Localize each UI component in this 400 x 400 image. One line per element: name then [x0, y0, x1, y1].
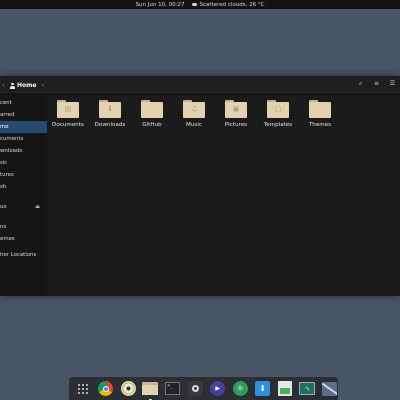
folder-label: Documents — [52, 122, 84, 128]
dock: >_ ▶ ⚛ ⬇ ∿ — [69, 377, 338, 400]
media-player-icon[interactable]: ▶ — [210, 380, 226, 397]
download-folder-icon: ⬇ — [99, 100, 121, 118]
folder-grid: ▤ Documents ⬇ Downloads GitHub ♫ Music ▣… — [47, 100, 341, 128]
folder-item[interactable]: GitHub — [131, 100, 173, 128]
sidebar-item-label: emes — [0, 236, 15, 242]
header-bar: ‹ Home › ⌕ ≡ ☰ — [0, 76, 400, 95]
sidebar-item-label: cent — [0, 100, 12, 106]
atom-icon[interactable]: ⚛ — [232, 380, 248, 397]
sidebar-item-label: arred — [0, 112, 15, 118]
sidebar-item-pictures[interactable]: tures — [0, 169, 47, 181]
sidebar-item-home[interactable]: me — [0, 121, 47, 133]
sidebar-item-label: tures — [0, 172, 14, 178]
folder-icon — [141, 100, 163, 118]
cloud-icon — [192, 3, 198, 6]
sidebar-item-label: me — [0, 124, 9, 130]
sidebar-item-label: her Locations — [0, 252, 37, 258]
top-bar: Sun Jun 10, 00:27 Scattered clouds, 26 °… — [0, 0, 400, 9]
folder-item[interactable]: Themes — [299, 100, 341, 128]
navigation: ‹ Home › — [0, 80, 46, 91]
sidebar-item-bookmark[interactable]: emes — [0, 233, 47, 245]
music-folder-icon: ♫ — [183, 100, 205, 118]
location-label: Home — [17, 82, 37, 89]
sidebar-item-music[interactable]: sic — [0, 157, 47, 169]
menu-icon[interactable]: ☰ — [389, 80, 396, 88]
folder-item[interactable]: ⬇ Downloads — [89, 100, 131, 128]
folder-label: GitHub — [142, 122, 162, 128]
header-actions: ⌕ ≡ ☰ — [357, 80, 396, 88]
folder-label: Themes — [308, 122, 332, 128]
folder-label: Templates — [263, 122, 293, 128]
folder-item[interactable]: ▣ Pictures — [215, 100, 257, 128]
sidebar: cent arred me cuments wnloads sic tures … — [0, 96, 47, 296]
file-manager-window: ‹ Home › ⌕ ≡ ☰ cent arred me cuments wnl… — [0, 76, 400, 296]
image-viewer-icon[interactable] — [277, 380, 293, 397]
view-options-icon[interactable]: ≡ — [373, 80, 380, 88]
clock[interactable]: Sun Jun 10, 00:27 — [136, 2, 185, 8]
sidebar-item-downloads[interactable]: wnloads — [0, 145, 47, 157]
folder-label: Music — [186, 122, 202, 128]
sidebar-item-starred[interactable]: arred — [0, 109, 47, 121]
eject-icon[interactable]: ⏏ — [35, 201, 40, 213]
folder-icon — [309, 100, 331, 118]
forward-arrow-icon[interactable]: › — [39, 82, 46, 89]
search-icon[interactable]: ⌕ — [357, 80, 364, 88]
sidebar-item-label: wnloads — [0, 148, 23, 154]
sidebar-item-device[interactable]: ux ⏏ — [0, 201, 47, 213]
disk-icon[interactable] — [120, 380, 136, 397]
sidebar-separator — [0, 213, 47, 221]
sidebar-item-other-locations[interactable]: her Locations — [0, 249, 47, 261]
screenshot-icon[interactable] — [187, 380, 203, 397]
breadcrumb-home[interactable]: Home — [10, 82, 36, 89]
back-arrow-icon[interactable]: ‹ — [0, 82, 7, 89]
sidebar-item-bookmark[interactable]: ns — [0, 221, 47, 233]
sidebar-item-label: sh — [0, 184, 7, 190]
sidebar-item-label: sic — [0, 160, 8, 166]
home-icon — [10, 82, 15, 89]
folder-label: Downloads — [94, 122, 126, 128]
sidebar-item-documents[interactable]: cuments — [0, 133, 47, 145]
folder-item[interactable]: ▢ Templates — [257, 100, 299, 128]
sidebar-separator — [0, 193, 47, 201]
folder-item[interactable]: ▤ Documents — [47, 100, 89, 128]
files-icon[interactable] — [142, 380, 159, 400]
pictures-folder-icon: ▣ — [225, 100, 247, 118]
document-folder-icon: ▤ — [57, 100, 79, 118]
downloader-icon[interactable]: ⬇ — [254, 380, 271, 397]
network-icon[interactable] — [322, 380, 338, 397]
sidebar-item-trash[interactable]: sh — [0, 181, 47, 193]
chrome-icon[interactable] — [97, 380, 114, 397]
weather-indicator[interactable]: Scattered clouds, 26 °C — [192, 2, 264, 8]
app-grid-icon[interactable] — [75, 380, 91, 397]
sidebar-item-label: ux — [0, 204, 7, 210]
file-view: ▤ Documents ⬇ Downloads GitHub ♫ Music ▣… — [47, 96, 400, 296]
sidebar-item-recent[interactable]: cent — [0, 97, 47, 109]
weather-text: Scattered clouds, 26 °C — [199, 1, 265, 8]
templates-folder-icon: ▢ — [267, 100, 289, 118]
folder-label: Pictures — [224, 122, 248, 128]
sidebar-item-label: ns — [0, 224, 7, 230]
terminal-icon[interactable]: >_ — [165, 380, 181, 397]
sidebar-item-label: cuments — [0, 136, 24, 142]
system-monitor-icon[interactable]: ∿ — [299, 380, 316, 397]
folder-item[interactable]: ♫ Music — [173, 100, 215, 128]
